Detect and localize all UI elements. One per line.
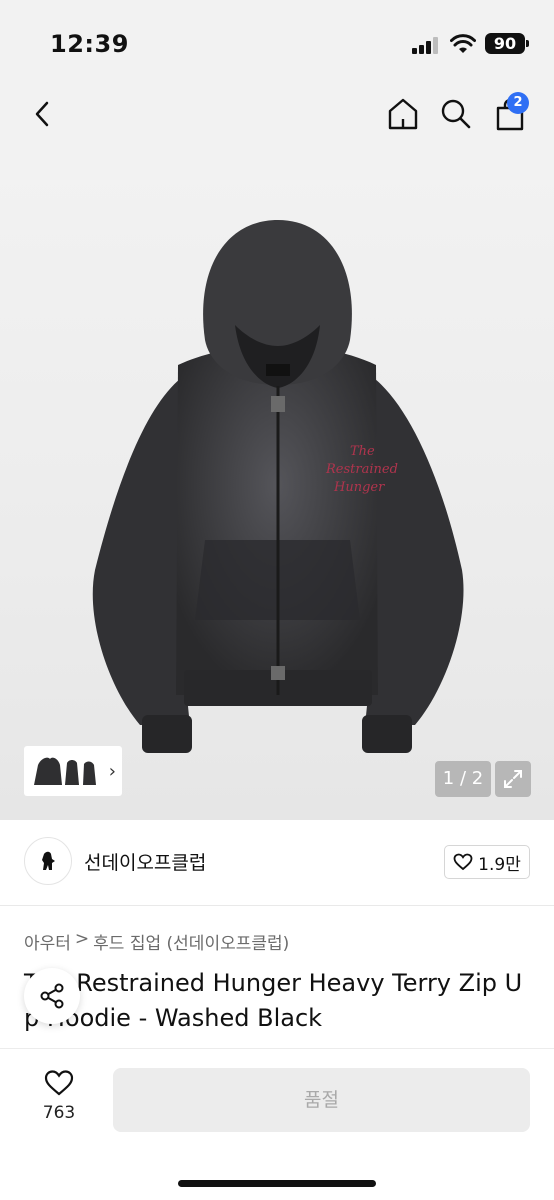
- breadcrumb: 아우터 > 후드 집업 (선데이오프클럽): [24, 929, 289, 954]
- battery-icon: 90: [485, 33, 525, 54]
- product-image-gallery[interactable]: The Restrained Hunger › 1 / 2: [0, 150, 554, 820]
- search-icon: [441, 99, 471, 129]
- home-icon: [388, 98, 418, 130]
- print-line-1: The: [350, 444, 375, 459]
- home-button[interactable]: [383, 94, 423, 134]
- share-icon: [40, 983, 64, 1009]
- thumbnail-strip[interactable]: ›: [24, 746, 122, 796]
- share-button[interactable]: [24, 968, 80, 1024]
- chevron-right-icon: ›: [108, 761, 116, 782]
- breadcrumb-subcategory[interactable]: 후드 집업 (선데이오프클럽): [93, 929, 289, 954]
- breadcrumb-separator: >: [74, 929, 90, 949]
- battery-cap: [526, 40, 529, 47]
- cart-count-badge: 2: [507, 92, 529, 114]
- shop-row[interactable]: 선데이오프클럽 1.9만: [0, 820, 554, 906]
- bottom-action-bar: 763 품절: [0, 1048, 554, 1200]
- wishlist-count: 763: [42, 1103, 76, 1123]
- product-title: The Restrained Hunger Heavy Terry Zip Up…: [24, 969, 523, 1032]
- expand-image-button[interactable]: [495, 761, 531, 797]
- home-indicator: [178, 1180, 376, 1187]
- print-line-2: Restrained: [325, 462, 398, 477]
- expand-icon: [504, 770, 522, 788]
- wishlist-button[interactable]: 763: [36, 1069, 82, 1123]
- back-button[interactable]: [22, 94, 62, 134]
- heart-icon: [44, 1070, 74, 1096]
- breadcrumb-category[interactable]: 아우터: [24, 929, 71, 954]
- image-page-indicator: 1 / 2: [435, 761, 491, 797]
- wifi-icon: [450, 34, 476, 54]
- shop-like-button[interactable]: 1.9만: [444, 845, 530, 879]
- shop-avatar[interactable]: [24, 837, 72, 885]
- product-image: The Restrained Hunger: [92, 220, 464, 753]
- thumbnail-image: [34, 757, 96, 785]
- shop-like-count: 1.9만: [478, 854, 521, 875]
- print-line-3: Hunger: [333, 480, 385, 495]
- search-button[interactable]: [436, 94, 476, 134]
- heart-icon: [453, 853, 473, 871]
- sold-out-button[interactable]: 품절: [113, 1068, 530, 1132]
- shop-name[interactable]: 선데이오프클럽: [84, 848, 206, 875]
- status-time: 12:39: [50, 30, 129, 58]
- shop-logo-icon: [42, 851, 55, 870]
- nav-bar: [0, 80, 554, 150]
- cellular-signal-icon: [412, 36, 440, 54]
- chevron-left-icon: [35, 101, 49, 127]
- status-bar: 12:39 90: [0, 0, 554, 80]
